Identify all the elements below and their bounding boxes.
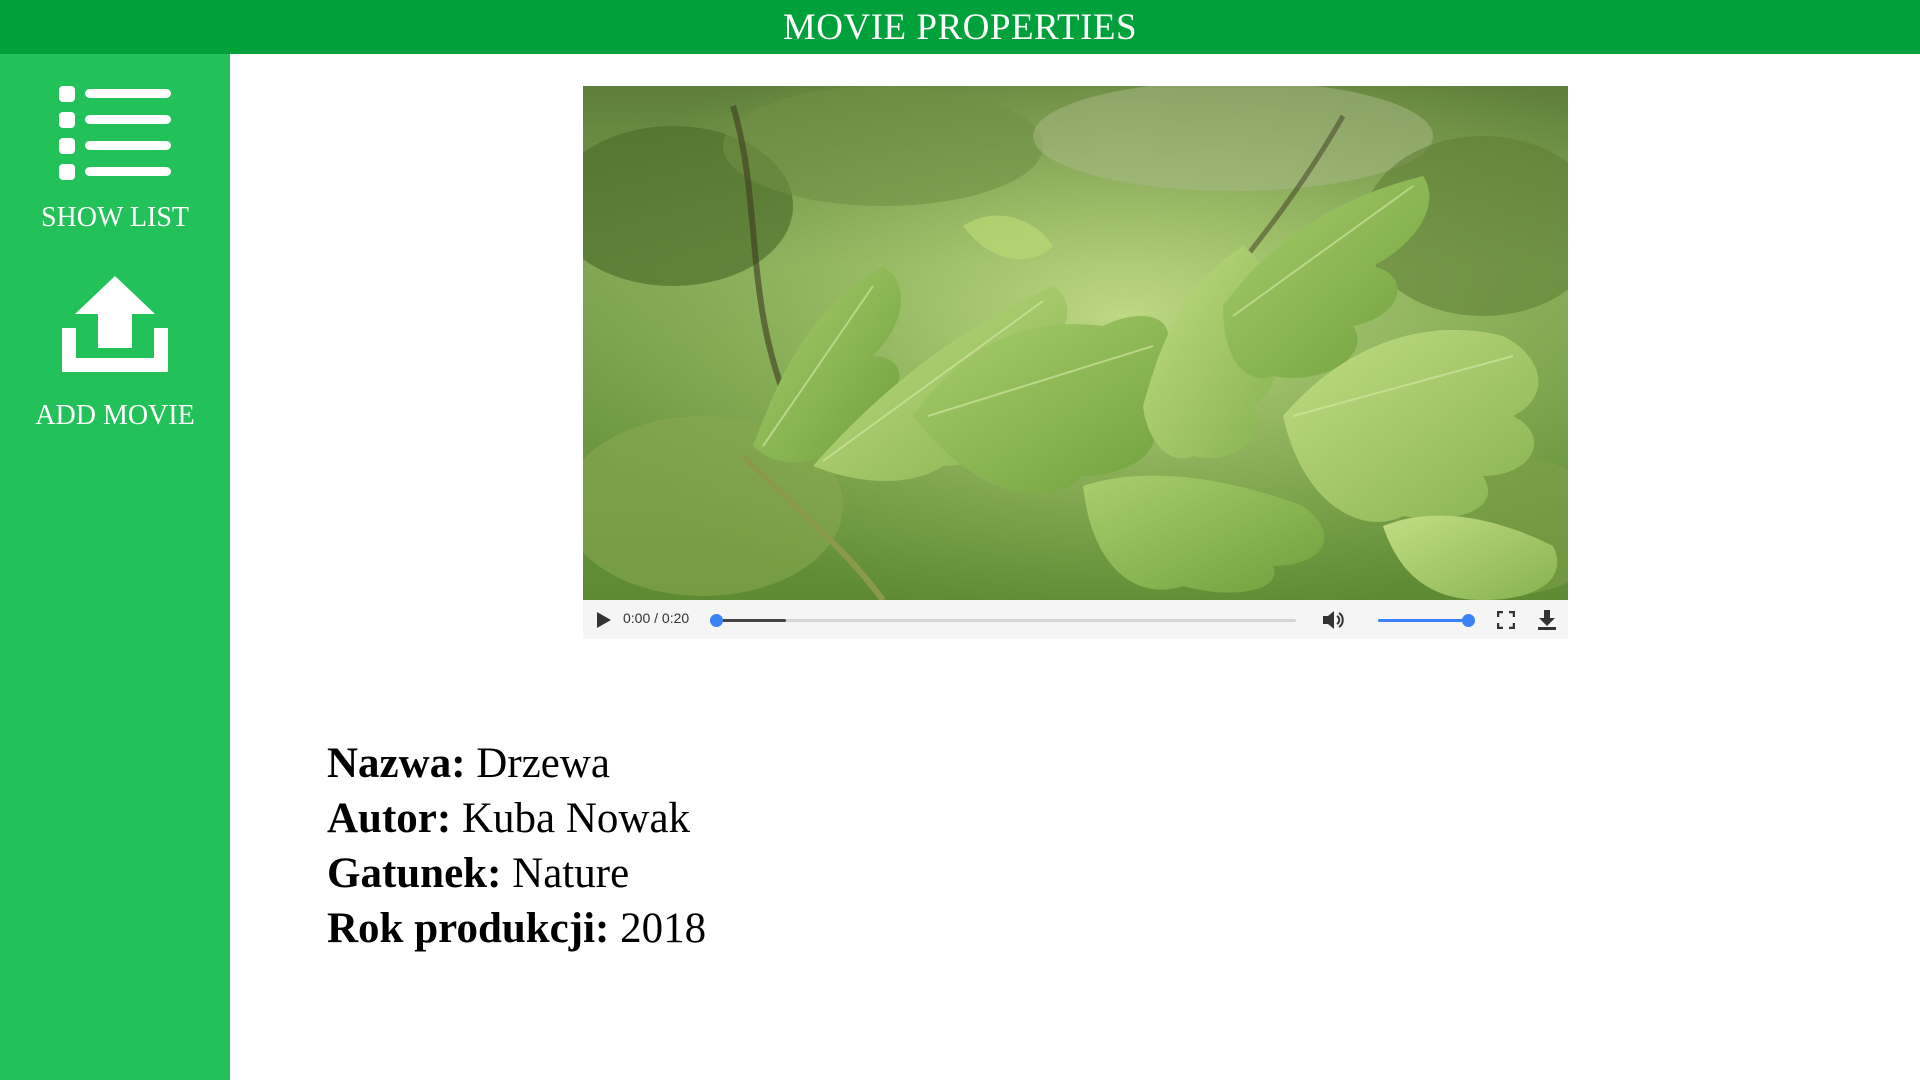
time-display: 0:00 / 0:20 — [623, 610, 690, 626]
movie-author-value: Kuba Nowak — [461, 795, 691, 842]
movie-year-row: Rok produkcji: 2018 — [327, 901, 706, 956]
add-movie-button[interactable]: ADD MOVIE — [0, 276, 230, 432]
volume-slider[interactable] — [1378, 614, 1475, 627]
sidebar: SHOW LIST ADD MOVIE — [0, 54, 230, 1080]
video-player[interactable]: 0:00 / 0:20 — [583, 86, 1568, 639]
movie-year-key: Rok produkcji: — [327, 905, 610, 952]
volume-fill — [1378, 619, 1468, 622]
volume-icon[interactable] — [1321, 608, 1347, 632]
movie-name-row: Nazwa: Drzewa — [327, 736, 706, 791]
movie-year-value: 2018 — [620, 905, 707, 952]
fullscreen-icon[interactable] — [1497, 611, 1515, 629]
movie-genre-value: Nature — [512, 850, 630, 897]
movie-genre-key: Gatunek: — [327, 850, 502, 897]
movie-author-row: Autor: Kuba Nowak — [327, 791, 706, 846]
video-controls: 0:00 / 0:20 — [583, 600, 1568, 639]
show-list-button[interactable]: SHOW LIST — [0, 84, 230, 234]
seek-buffered — [716, 619, 786, 622]
page-title: MOVIE PROPERTIES — [782, 6, 1138, 48]
video-frame[interactable] — [583, 86, 1568, 600]
add-movie-label: ADD MOVIE — [35, 400, 195, 431]
volume-thumb[interactable] — [1462, 614, 1475, 627]
movie-genre-row: Gatunek: Nature — [327, 846, 706, 901]
video-still-image — [583, 86, 1568, 600]
show-list-label: SHOW LIST — [40, 202, 190, 233]
movie-name-key: Nazwa: — [327, 740, 466, 787]
download-icon[interactable] — [1537, 609, 1557, 631]
upload-icon — [62, 276, 168, 372]
movie-author-key: Autor: — [327, 795, 452, 842]
movie-name-value: Drzewa — [476, 740, 610, 787]
movie-info: Nazwa: Drzewa Autor: Kuba Nowak Gatunek:… — [327, 736, 706, 956]
app-header: MOVIE PROPERTIES — [0, 0, 1920, 54]
seek-slider[interactable] — [710, 614, 1296, 627]
play-icon[interactable] — [595, 610, 613, 630]
list-icon — [59, 86, 171, 180]
seek-thumb[interactable] — [710, 614, 723, 627]
